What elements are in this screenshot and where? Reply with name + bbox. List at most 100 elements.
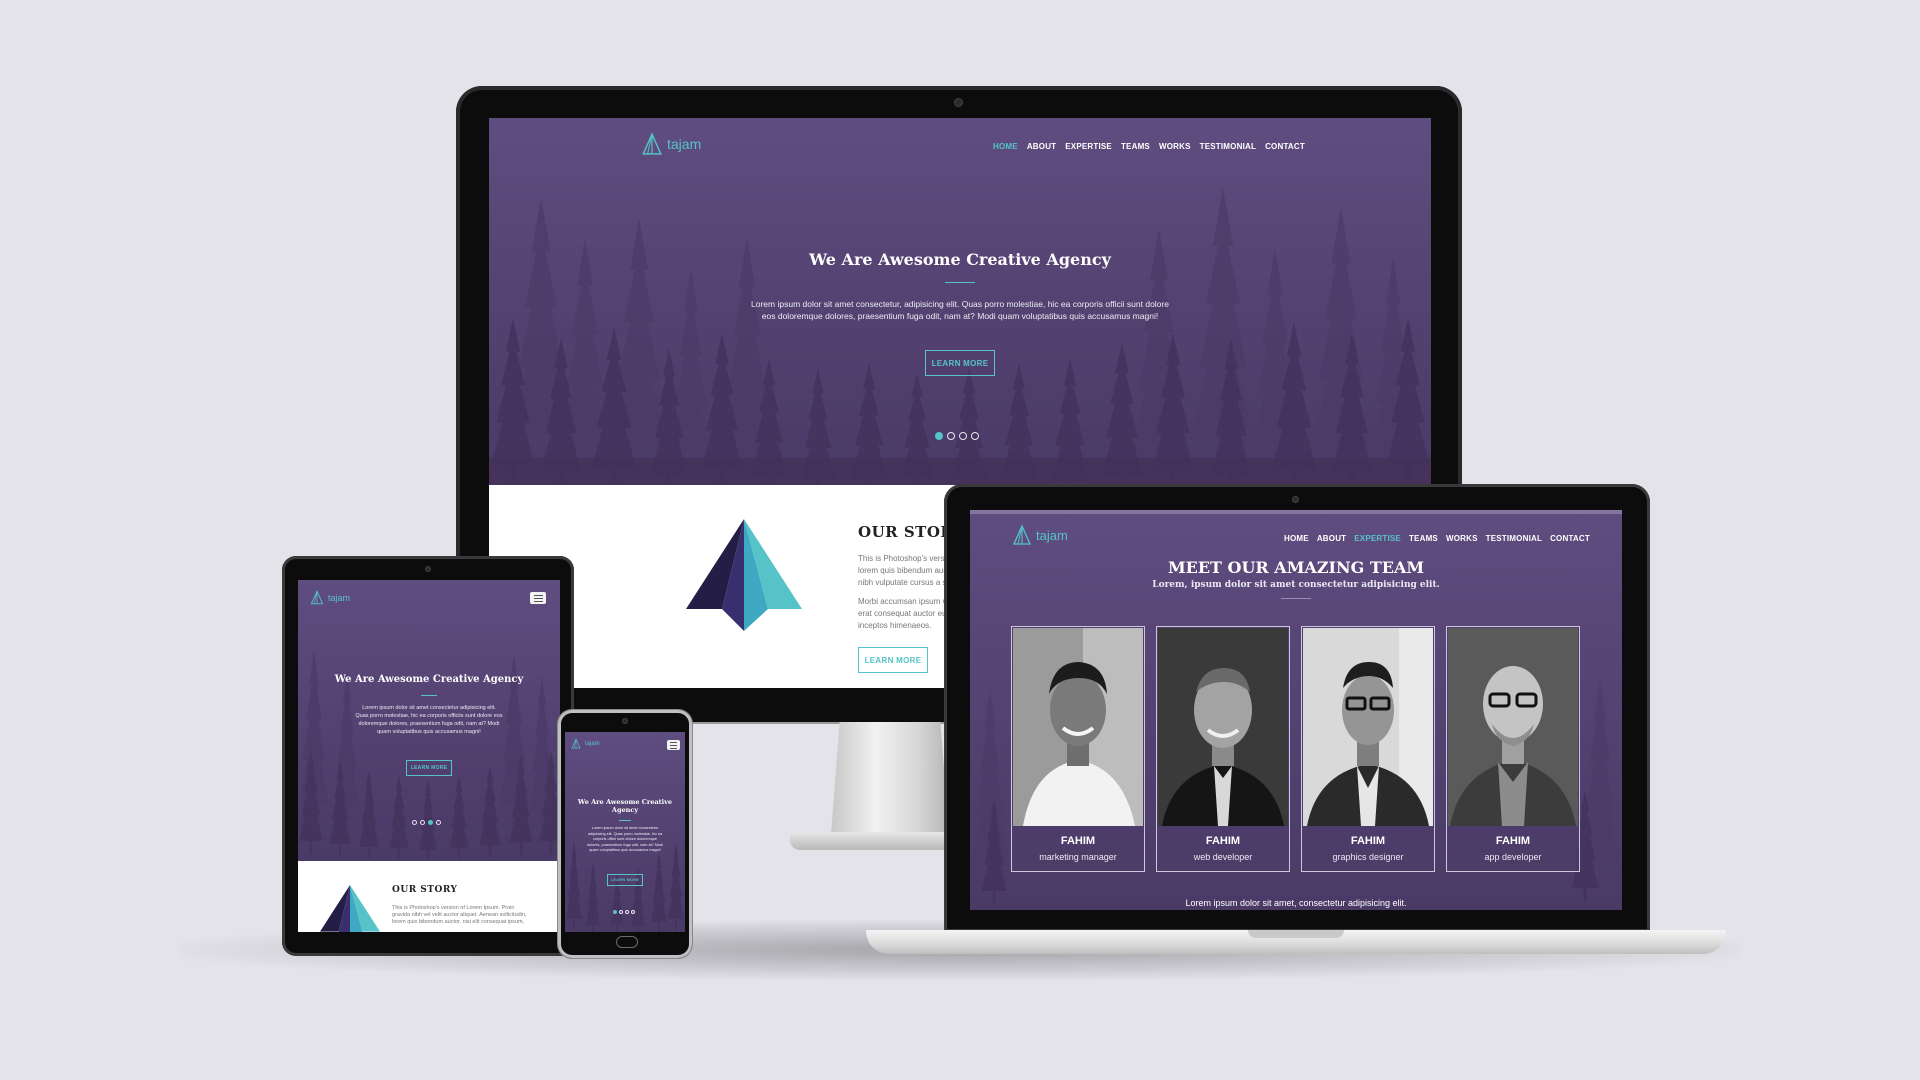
laptop-topbar bbox=[970, 510, 1622, 514]
laptop-nav: HOME ABOUT EXPERTISE TEAMS WORKS TESTIMO… bbox=[1284, 534, 1590, 543]
hamburger-menu-icon[interactable] bbox=[667, 740, 680, 750]
story-title: OUR STORY bbox=[392, 885, 458, 895]
team-member-name: FAHIM bbox=[1350, 835, 1386, 847]
team-member-role: app developer bbox=[1484, 852, 1542, 862]
nav-home[interactable]: HOME bbox=[993, 142, 1018, 151]
nav-teams[interactable]: TEAMS bbox=[1409, 534, 1438, 543]
hero-text-line: Quas porro molestiae, hic ea corporis of… bbox=[355, 713, 503, 719]
pyramid-logo-icon bbox=[1013, 525, 1031, 545]
logo-text: tajam bbox=[1036, 527, 1068, 543]
pyramid-illustration bbox=[320, 885, 380, 932]
team-member-name: FAHIM bbox=[1495, 835, 1531, 847]
story-text-line: This is Photoshop's version of Lorem Ips… bbox=[392, 905, 515, 911]
hero-divider bbox=[945, 282, 975, 283]
hero-learn-more-button[interactable]: LEARN MORE bbox=[925, 350, 995, 376]
team-card[interactable]: FAHIM app developer bbox=[1446, 626, 1580, 872]
phone-hero: tajam We Are Awesome Creative Agency Lor… bbox=[565, 732, 685, 932]
carousel-dot[interactable] bbox=[436, 820, 441, 825]
phone-home-button[interactable] bbox=[616, 936, 638, 948]
story-text-line: lorem quis bibendum auctor, nisi elit co… bbox=[858, 566, 948, 575]
site-logo[interactable]: tajam bbox=[571, 738, 600, 749]
hero-text-line: quam voluptatibus quis accusamus magni! bbox=[589, 848, 661, 852]
nav-works[interactable]: WORKS bbox=[1446, 534, 1478, 543]
nav-expertise[interactable]: EXPERTISE bbox=[1354, 534, 1401, 543]
laptop-notch bbox=[1248, 930, 1344, 938]
nav-about[interactable]: ABOUT bbox=[1317, 534, 1346, 543]
hero-learn-more-button[interactable]: LEARN MORE bbox=[406, 760, 452, 776]
nav-testimonial[interactable]: TESTIMONIAL bbox=[1486, 534, 1542, 543]
nav-testimonial[interactable]: TESTIMONIAL bbox=[1200, 142, 1256, 151]
team-photo bbox=[1448, 628, 1578, 826]
pyramid-logo-icon bbox=[642, 133, 662, 155]
nav-teams[interactable]: TEAMS bbox=[1121, 142, 1150, 151]
team-member-name: FAHIM bbox=[1205, 835, 1241, 847]
hero-divider bbox=[421, 695, 437, 696]
logo-text: tajam bbox=[585, 740, 600, 747]
carousel-dot[interactable] bbox=[613, 910, 617, 914]
team-divider bbox=[1281, 598, 1311, 599]
hero-text-line: eos doloremque dolores, praesentium fuga… bbox=[761, 311, 1159, 321]
monitor-hero: tajam HOME ABOUT EXPERTISE TEAMS WORKS T… bbox=[489, 118, 1431, 485]
story-text-line: lorem quis bibendum auctor, nisi elit co… bbox=[392, 919, 525, 925]
team-subtitle: Lorem, ipsum dolor sit amet consectetur … bbox=[1152, 580, 1440, 590]
team-photo bbox=[1303, 628, 1433, 826]
carousel-dot[interactable] bbox=[428, 820, 433, 825]
laptop-team-section: tajam HOME ABOUT EXPERTISE TEAMS WORKS T… bbox=[970, 510, 1622, 910]
pyramid-illustration bbox=[686, 519, 802, 631]
team-card[interactable]: FAHIM graphics designer bbox=[1301, 626, 1435, 872]
monitor-camera bbox=[954, 98, 963, 107]
site-logo[interactable]: tajam bbox=[310, 590, 350, 605]
team-member-role: web developer bbox=[1193, 852, 1253, 862]
carousel-dot[interactable] bbox=[625, 910, 629, 914]
team-member-role: graphics designer bbox=[1332, 852, 1404, 862]
logo-text: tajam bbox=[328, 592, 351, 603]
portrait-photo bbox=[1158, 628, 1288, 826]
carousel-dots bbox=[412, 820, 441, 825]
nav-home[interactable]: HOME bbox=[1284, 534, 1309, 543]
story-text-line: erat consequat auctor eu in elit. Class … bbox=[858, 609, 948, 618]
portrait-photo bbox=[1303, 628, 1433, 826]
hero-learn-more-button[interactable]: LEARN MORE bbox=[607, 874, 643, 886]
carousel-dot[interactable] bbox=[947, 432, 955, 440]
nav-expertise[interactable]: EXPERTISE bbox=[1065, 142, 1112, 151]
tablet-screen: tajam We Are Awesome Creative Agency Lor… bbox=[298, 580, 560, 932]
team-member-role: marketing manager bbox=[1039, 852, 1117, 862]
carousel-dot[interactable] bbox=[935, 432, 943, 440]
team-card[interactable]: FAHIM marketing manager bbox=[1011, 626, 1145, 872]
team-member-name: FAHIM bbox=[1060, 835, 1096, 847]
hero-text: Lorem ipsum dolor sit amet consectetur a… bbox=[565, 826, 685, 854]
hero-text: Lorem ipsum dolor sit amet consectetur, … bbox=[489, 298, 1431, 322]
hero-title-line: We Are Awesome Creative bbox=[577, 798, 673, 806]
monitor-nav: HOME ABOUT EXPERTISE TEAMS WORKS TESTIMO… bbox=[993, 142, 1305, 151]
hamburger-menu-icon[interactable] bbox=[530, 592, 546, 604]
hero-title: We Are Awesome Creative Agency bbox=[809, 250, 1111, 269]
hero-text-line: Lorem ipsum dolor sit amet consectetur a… bbox=[362, 705, 496, 711]
hero-text-line: doloremque dolores, praesentium fuga odi… bbox=[358, 721, 500, 727]
nav-about[interactable]: ABOUT bbox=[1027, 142, 1056, 151]
hero-text-line: Lorem ipsum dolor sit amet consectetur, … bbox=[751, 299, 1169, 309]
hero-text: Lorem ipsum dolor sit amet consectetur a… bbox=[298, 704, 560, 736]
carousel-dot[interactable] bbox=[631, 910, 635, 914]
site-logo[interactable]: tajam bbox=[641, 132, 701, 156]
nav-contact[interactable]: CONTACT bbox=[1550, 534, 1590, 543]
team-photo bbox=[1013, 628, 1143, 826]
site-logo[interactable]: tajam bbox=[1012, 524, 1068, 546]
tablet-hero: tajam We Are Awesome Creative Agency Lor… bbox=[298, 580, 560, 861]
phone-screen: tajam We Are Awesome Creative Agency Lor… bbox=[565, 732, 685, 932]
carousel-dot[interactable] bbox=[619, 910, 623, 914]
carousel-dots bbox=[935, 432, 979, 440]
nav-contact[interactable]: CONTACT bbox=[1265, 142, 1305, 151]
hero-divider bbox=[619, 820, 631, 821]
laptop-camera bbox=[1292, 496, 1299, 503]
carousel-dot[interactable] bbox=[971, 432, 979, 440]
carousel-dot[interactable] bbox=[959, 432, 967, 440]
tablet-story-section: OUR STORY This is Photoshop's version of… bbox=[298, 861, 560, 932]
carousel-dot[interactable] bbox=[412, 820, 417, 825]
story-learn-more-button[interactable]: LEARN MORE bbox=[858, 647, 928, 673]
nav-works[interactable]: WORKS bbox=[1159, 142, 1191, 151]
team-card[interactable]: FAHIM web developer bbox=[1156, 626, 1290, 872]
carousel-dot[interactable] bbox=[420, 820, 425, 825]
story-text: This is Photoshop's version of Lorem Ips… bbox=[392, 905, 542, 926]
story-text-line: nibh vulputate cursus a sit amet mauris. bbox=[858, 578, 948, 587]
pyramid-logo-icon bbox=[571, 738, 581, 749]
